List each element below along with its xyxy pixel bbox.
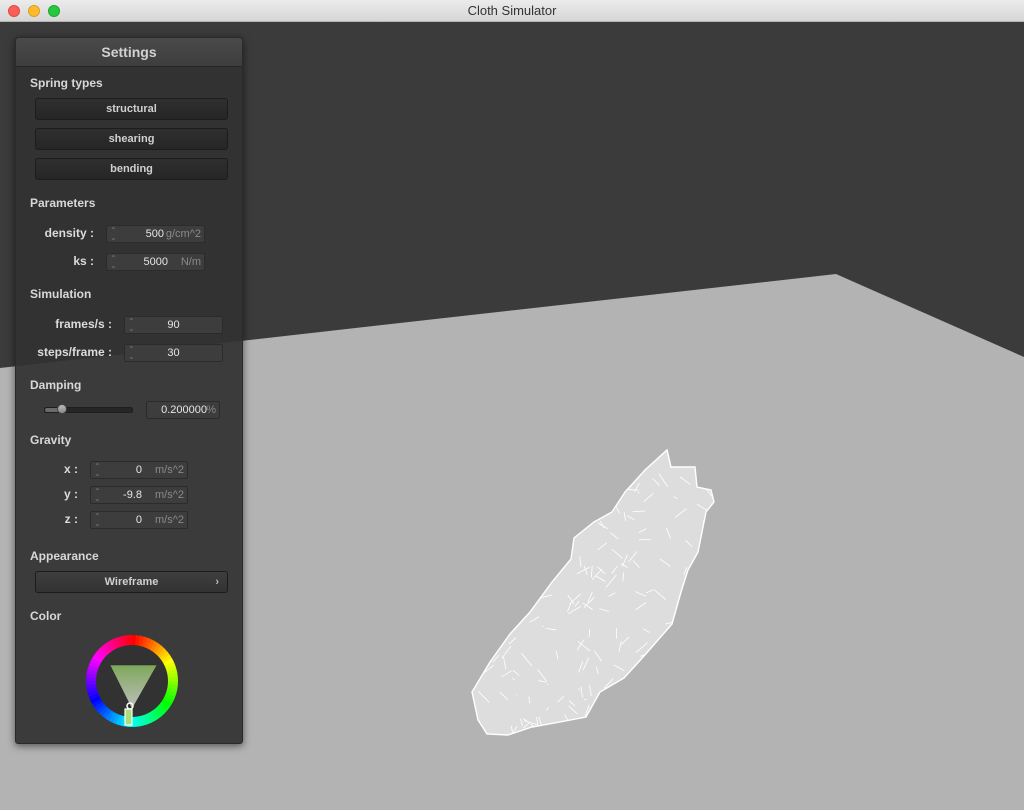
steps-per-frame-input[interactable]: ⌃ ⌄ 30	[124, 344, 223, 362]
gravity-z-spin-icon[interactable]: ⌃ ⌄	[94, 513, 101, 528]
gravity-z-input[interactable]: ⌃ ⌄ 0 m/s^2	[90, 511, 188, 529]
structural-springs-button[interactable]: structural	[35, 98, 228, 120]
damping-slider[interactable]	[44, 404, 133, 414]
hue-ring-marker[interactable]	[124, 708, 133, 726]
spring-types-heading: Spring types	[30, 76, 103, 90]
gravity-z-label: z :	[64, 512, 78, 526]
shearing-springs-button[interactable]: shearing	[35, 128, 228, 150]
color-heading: Color	[30, 609, 62, 623]
gravity-x-spin-icon[interactable]: ⌃ ⌄	[94, 463, 101, 478]
density-input[interactable]: ⌃ ⌄ 500 g/cm^2	[106, 225, 205, 243]
frames-per-second-input[interactable]: ⌃ ⌄ 90	[124, 316, 223, 334]
window-titlebar[interactable]: Cloth Simulator	[0, 0, 1024, 22]
gravity-heading: Gravity	[30, 433, 72, 447]
appearance-dropdown[interactable]: Wireframe ›	[35, 571, 228, 593]
damping-input[interactable]: 0.200000 %	[146, 401, 220, 419]
ks-label: ks :	[73, 254, 94, 268]
appearance-selected-label: Wireframe	[104, 576, 159, 588]
damping-slider-handle[interactable]	[57, 404, 68, 414]
color-wheel[interactable]	[86, 635, 178, 727]
bending-springs-button[interactable]: bending	[35, 158, 228, 180]
chevron-right-icon: ›	[215, 576, 219, 588]
appearance-heading: Appearance	[30, 549, 99, 563]
frames-per-second-label: frames/s :	[55, 317, 112, 331]
steps-per-frame-label: steps/frame :	[37, 345, 112, 359]
settings-panel-title[interactable]: Settings	[16, 38, 242, 67]
window-title: Cloth Simulator	[467, 3, 557, 18]
damping-heading: Damping	[30, 378, 82, 392]
simulation-heading: Simulation	[30, 287, 92, 301]
parameters-heading: Parameters	[30, 196, 96, 210]
ks-spin-icon[interactable]: ⌃ ⌄	[110, 255, 117, 270]
gravity-y-label: y :	[63, 487, 78, 501]
ks-input[interactable]: ⌃ ⌄ 5000 N/m	[106, 253, 205, 271]
settings-panel[interactable]: Settings Spring types structural shearin…	[15, 37, 243, 744]
density-label: density :	[44, 226, 94, 240]
gravity-x-label: x :	[63, 462, 78, 476]
density-spin-icon[interactable]: ⌃ ⌄	[110, 227, 117, 242]
gravity-y-input[interactable]: ⌃ ⌄ -9.8 m/s^2	[90, 486, 188, 504]
gravity-y-spin-icon[interactable]: ⌃ ⌄	[94, 488, 101, 503]
gravity-x-input[interactable]: ⌃ ⌄ 0 m/s^2	[90, 461, 188, 479]
